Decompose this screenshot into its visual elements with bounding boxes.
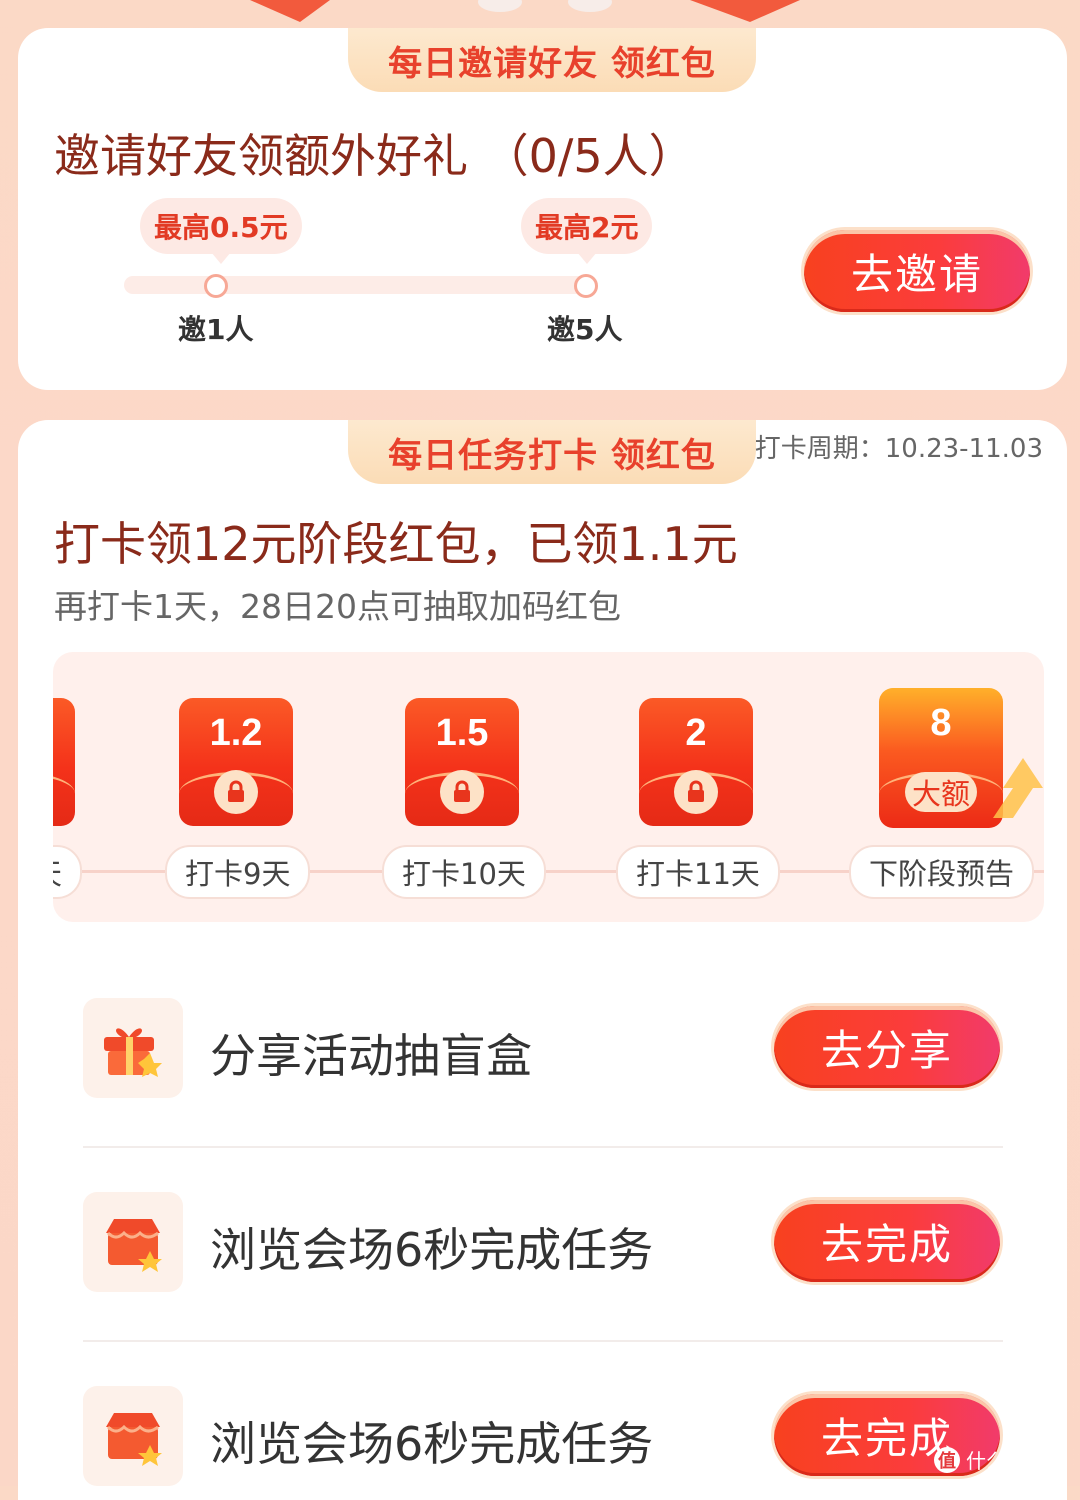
- watermark-text: 什么值得买: [966, 1449, 1066, 1473]
- lock-icon: [440, 770, 484, 814]
- big-amount-badge: 大额: [905, 772, 977, 812]
- task-title-3: 浏览会场6秒完成任务: [210, 1417, 654, 1471]
- milestone-label-2: 邀5人: [547, 313, 623, 346]
- reward-amount: 1.2: [209, 712, 263, 754]
- store-icon: [83, 1192, 183, 1292]
- milestone-label-1: 邀1人: [178, 313, 254, 346]
- reward-amount: 2: [685, 712, 707, 754]
- reward-envelope-0: [53, 698, 75, 826]
- checkin-subtitle: 再打卡1天，28日20点可抽取加码红包: [54, 587, 621, 626]
- checkin-strip: 天 1.2 打卡9天 1.5 打卡10天 2 打卡11天: [53, 652, 1044, 922]
- lock-icon: [214, 770, 258, 814]
- lock-icon: [674, 770, 718, 814]
- milestone-dot-1: [204, 274, 228, 298]
- share-button[interactable]: 去分享: [774, 1006, 1000, 1088]
- invite-title: 邀请好友领额外好礼 （0/5人）: [54, 129, 695, 183]
- checkin-card: 每日任务打卡 领红包 打卡周期：10.23-11.03 打卡领12元阶段红包，已…: [18, 420, 1067, 1500]
- checkin-title: 打卡领12元阶段红包，已领1.1元: [54, 517, 738, 571]
- invite-button[interactable]: 去邀请: [804, 230, 1030, 312]
- complete-button-1[interactable]: 去完成: [774, 1200, 1000, 1282]
- reward-envelope-2: 1.5: [405, 698, 519, 826]
- top-decoration: [0, 0, 1080, 30]
- reward-amount: 8: [930, 702, 952, 744]
- milestone-bubble-2: 最高2元: [521, 198, 653, 264]
- reward-amount: 1.5: [435, 712, 489, 754]
- gift-icon: [83, 998, 183, 1098]
- milestone-bubble-1: 最高0.5元: [140, 198, 302, 264]
- invite-ribbon: 每日邀请好友 领红包: [348, 28, 756, 92]
- arrow-icon: [993, 758, 1043, 818]
- checkin-day-pill-3: 打卡11天: [616, 845, 780, 899]
- checkin-day-pill-2: 打卡10天: [382, 845, 546, 899]
- checkin-day-pill-1: 打卡9天: [165, 845, 311, 899]
- invite-progress-track: [124, 276, 588, 294]
- checkin-cycle: 打卡周期：10.23-11.03: [754, 434, 1043, 464]
- task-divider: [83, 1146, 1003, 1148]
- watermark-logo-icon: 值: [934, 1446, 960, 1473]
- task-title-1: 分享活动抽盲盒: [210, 1029, 532, 1083]
- milestone-dot-2: [574, 274, 598, 298]
- task-divider: [83, 1340, 1003, 1342]
- checkin-day-pill-4: 下阶段预告: [849, 845, 1035, 899]
- watermark: 值 什么值得买: [934, 1445, 1066, 1474]
- reward-envelope-1: 1.2: [179, 698, 293, 826]
- invite-card: 每日邀请好友 领红包 邀请好友领额外好礼 （0/5人） 最高0.5元 最高2元 …: [18, 28, 1067, 390]
- reward-envelope-3: 2: [639, 698, 753, 826]
- checkin-day-pill-0: 天: [53, 845, 83, 899]
- store-icon: [83, 1386, 183, 1486]
- task-title-2: 浏览会场6秒完成任务: [210, 1223, 654, 1277]
- checkin-ribbon: 每日任务打卡 领红包: [348, 420, 756, 484]
